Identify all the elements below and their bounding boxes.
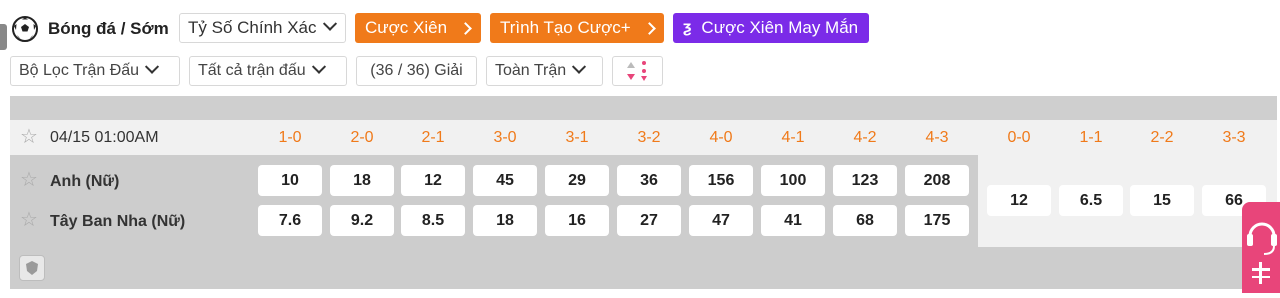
- draw-score-label: 0-0: [1007, 129, 1031, 146]
- stats-shield-icon: [26, 261, 38, 275]
- odds-button[interactable]: 208: [905, 165, 969, 196]
- odds-button[interactable]: 175: [905, 205, 969, 236]
- odds-button[interactable]: 27: [617, 205, 681, 236]
- draw-score-label: 2-2: [1150, 129, 1174, 146]
- favorite-star-icon[interactable]: ☆: [20, 210, 38, 230]
- score-label: 2-0: [350, 129, 374, 146]
- odds-button[interactable]: 47: [689, 205, 753, 236]
- period-label: Toàn Trận: [495, 62, 567, 79]
- score-label: 4-2: [853, 129, 877, 146]
- draw-score-label: 1-1: [1079, 129, 1103, 146]
- chevron-right-icon: [642, 21, 656, 35]
- match-filter-label: Bộ Lọc Trận Đấu: [19, 62, 140, 79]
- chevron-down-icon: [145, 59, 160, 74]
- odds-button[interactable]: 100: [761, 165, 825, 196]
- score-label: 4-0: [709, 129, 733, 146]
- draw-odds-panel: 12 6.5 15 66: [978, 155, 1277, 247]
- period-select[interactable]: Toàn Trận: [486, 56, 603, 86]
- odds-button[interactable]: 18: [330, 165, 394, 196]
- sidebar-toggle-handle[interactable]: [0, 24, 7, 50]
- parlay-button[interactable]: Cược Xiên: [355, 13, 481, 43]
- score-label: 3-2: [637, 129, 661, 146]
- odds-button[interactable]: 36: [617, 165, 681, 196]
- odds-button[interactable]: 68: [833, 205, 897, 236]
- odds-button[interactable]: 15: [1130, 185, 1194, 216]
- chevron-right-icon: [459, 21, 472, 35]
- score-label: 3-1: [565, 129, 589, 146]
- draw-score-label: 3-3: [1222, 129, 1246, 146]
- chevron-down-icon: [572, 59, 587, 74]
- favorite-star-icon[interactable]: ☆: [20, 127, 38, 147]
- odds-button[interactable]: 29: [545, 165, 609, 196]
- parlay-button-label: Cược Xiên: [365, 18, 448, 37]
- sport-title: Bóng đá / Sớm: [48, 19, 169, 38]
- league-count-label: (36 / 36) Giải: [370, 62, 463, 79]
- customer-support-widget[interactable]: [1242, 202, 1280, 293]
- statistics-icon[interactable]: [19, 255, 45, 281]
- odds-button[interactable]: 10: [258, 165, 322, 196]
- chevron-down-icon: [311, 59, 326, 74]
- match-datetime: 04/15 01:00AM: [50, 129, 159, 146]
- lucky-parlay-button-label: Cược Xiên May Mắn: [701, 18, 859, 37]
- all-matches-label: Tất cả trận đấu: [198, 62, 306, 79]
- odds-button[interactable]: 123: [833, 165, 897, 196]
- bet-builder-button-label: Trình Tạo Cược+: [500, 18, 631, 37]
- score-label: 3-0: [493, 129, 517, 146]
- odds-button[interactable]: 8.5: [401, 205, 465, 236]
- score-label: 4-1: [781, 129, 805, 146]
- league-count-button[interactable]: (36 / 36) Giải: [356, 56, 477, 86]
- match-header-row: ☆ 04/15 01:00AM 1-0 2-0 2-1 3-0 3-1 3-2 …: [10, 120, 1277, 155]
- odds-button[interactable]: 16: [545, 205, 609, 236]
- odds-button[interactable]: 18: [473, 205, 537, 236]
- filter-bar: Bộ Lọc Trận Đấu Tất cả trận đấu (36 / 36…: [0, 56, 1280, 96]
- bet-builder-button[interactable]: Trình Tạo Cược+: [490, 13, 664, 43]
- home-team-name: Anh (Nữ): [50, 173, 120, 190]
- headset-icon: [1247, 222, 1277, 284]
- score-label: 2-1: [421, 129, 445, 146]
- odds-button[interactable]: 6.5: [1059, 185, 1123, 216]
- sort-button[interactable]: [612, 56, 663, 86]
- odds-button[interactable]: 12: [987, 185, 1051, 216]
- market-select-label: Tỷ Số Chính Xác: [188, 18, 317, 37]
- chevron-down-icon: [322, 16, 337, 31]
- all-matches-select[interactable]: Tất cả trận đấu: [189, 56, 347, 86]
- lucky-z-icon: ƺ: [683, 19, 692, 36]
- away-team-name: Tây Ban Nha (Nữ): [50, 213, 186, 230]
- odds-button[interactable]: 156: [689, 165, 753, 196]
- soccer-ball-icon: [12, 16, 38, 42]
- odds-button[interactable]: 12: [401, 165, 465, 196]
- score-label: 1-0: [278, 129, 302, 146]
- lucky-parlay-button[interactable]: ƺ Cược Xiên May Mắn: [673, 13, 869, 43]
- odds-button[interactable]: 45: [473, 165, 537, 196]
- sort-icon: [626, 61, 647, 81]
- league-header-strip: [10, 96, 1277, 120]
- match-footer-row: [10, 247, 1277, 289]
- odds-button[interactable]: 9.2: [330, 205, 394, 236]
- market-select[interactable]: Tỷ Số Chính Xác: [179, 13, 346, 43]
- match-odds-row: ☆ Anh (Nữ) ☆ Tây Ban Nha (Nữ) 10 18 12 4…: [10, 155, 1277, 247]
- match-filter-select[interactable]: Bộ Lọc Trận Đấu: [10, 56, 180, 86]
- score-label: 4-3: [925, 129, 949, 146]
- odds-button[interactable]: 41: [761, 205, 825, 236]
- favorite-star-icon[interactable]: ☆: [20, 170, 38, 190]
- odds-button[interactable]: 7.6: [258, 205, 322, 236]
- top-bar: Bóng đá / Sớm Tỷ Số Chính Xác Cược Xiên …: [0, 0, 1280, 56]
